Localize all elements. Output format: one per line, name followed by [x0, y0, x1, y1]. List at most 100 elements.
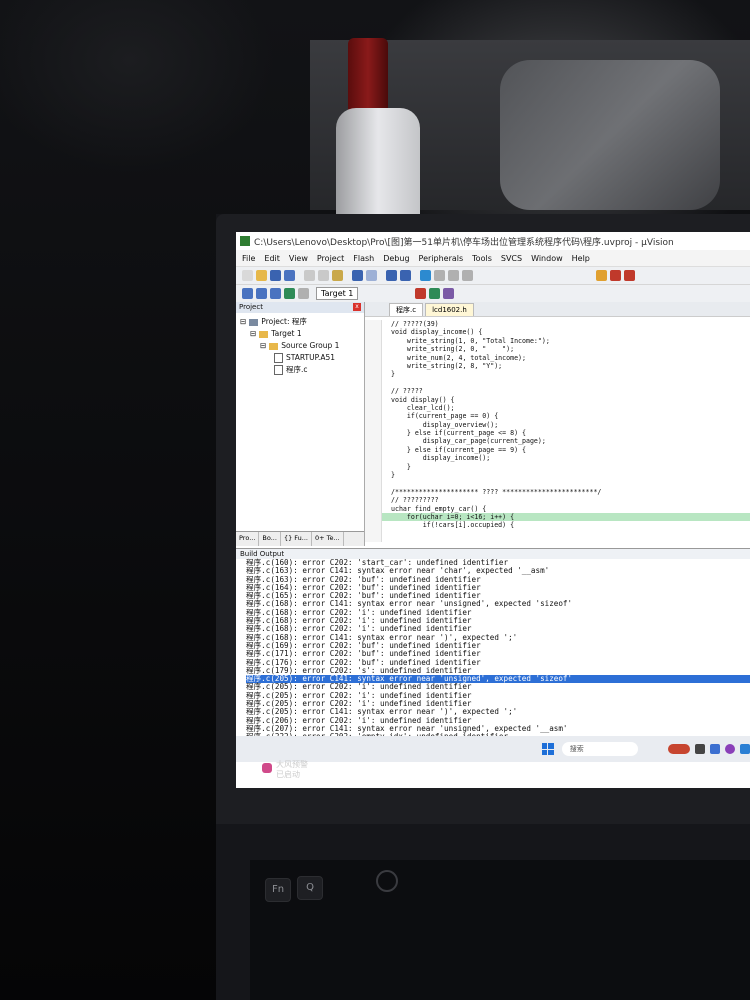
code-line: if(current_page == 0) { — [391, 412, 499, 421]
menu-project[interactable]: Project — [317, 254, 344, 263]
app-icon[interactable] — [695, 744, 705, 754]
code-line: } — [391, 370, 395, 379]
menu-edit[interactable]: Edit — [264, 254, 280, 263]
paste-icon[interactable] — [332, 270, 343, 281]
code-area[interactable]: // ?????(39) void display_income() { writ… — [365, 320, 750, 542]
folder-icon — [269, 342, 279, 350]
menu-debug[interactable]: Debug — [383, 254, 409, 263]
pack-installer-icon[interactable] — [443, 288, 455, 299]
close-icon[interactable]: x — [353, 303, 361, 311]
tree-file-main[interactable]: 程序.c — [240, 364, 364, 376]
find-icon[interactable] — [596, 270, 607, 281]
code-line: write_string(2, 0, " "); — [391, 345, 515, 354]
tab-project[interactable]: Pro... — [236, 532, 260, 546]
code-line: write_string(1, 0, "Total Income:"); — [391, 336, 550, 345]
menu-window[interactable]: Window — [531, 254, 563, 263]
build-output-list[interactable]: 程序.c(160): error C202: 'start_car': unde… — [236, 558, 750, 742]
editor-tabs: 程序.c lcd1602.h — [365, 302, 750, 317]
project-panel-tabs: Pro... Bo... {} Fu... 0+ Te... — [236, 531, 364, 546]
download-icon[interactable] — [284, 288, 295, 299]
q-key: Q — [297, 876, 323, 900]
fn-key: Fn — [265, 878, 291, 902]
laptop-keyboard — [250, 860, 750, 1000]
taskbar-apps — [668, 744, 750, 754]
code-line: } else if(current_page == 9) { — [391, 445, 526, 454]
code-line: display_car_page(current_page); — [391, 437, 546, 446]
code-line: // ?????(39) — [391, 320, 439, 328]
tree-target[interactable]: ⊟ Target 1 — [240, 328, 364, 340]
code-line: /********************* ???? ************… — [391, 487, 602, 496]
code-line: uchar find_empty_car() { — [391, 504, 487, 513]
app-icon[interactable] — [668, 744, 690, 754]
file-icon — [274, 365, 283, 375]
code-line: clear_lcd(); — [391, 403, 455, 412]
bookmark-icon[interactable] — [420, 270, 431, 281]
code-line: write_string(2, 8, "Y"); — [391, 361, 503, 370]
project-icon — [249, 318, 259, 326]
debug-start-icon[interactable] — [610, 270, 621, 281]
menu-file[interactable]: File — [242, 254, 255, 263]
build-icon[interactable] — [256, 288, 267, 299]
indent-icon[interactable] — [462, 270, 473, 281]
target-select[interactable]: Target 1 — [316, 287, 359, 300]
weather-notification[interactable]: 大风预警 已启动 — [258, 760, 308, 780]
windows-taskbar: 搜索 — [236, 736, 750, 762]
window-titlebar: C:\Users\Lenovo\Desktop\Pro\[图]第一51单片机\停… — [236, 232, 750, 250]
tab-lcd1602-h[interactable]: lcd1602.h — [425, 303, 474, 316]
rebuild-icon[interactable] — [270, 288, 281, 299]
undo-icon[interactable] — [352, 270, 363, 281]
tree-source-group[interactable]: ⊟ Source Group 1 — [240, 340, 364, 352]
open-folder-icon[interactable] — [256, 270, 267, 281]
project-tree: ⊟ Project: 程序 ⊟ Target 1 ⊟ Source Group 1 S… — [236, 313, 364, 376]
nav-back-icon[interactable] — [386, 270, 397, 281]
tab-templates[interactable]: 0+ Te... — [312, 532, 344, 546]
menu-bar: File Edit View Project Flash Debug Peripherals… — [236, 250, 750, 267]
tab-functions[interactable]: {} Fu... — [281, 532, 312, 546]
redo-icon[interactable] — [366, 270, 377, 281]
editor-gutter — [365, 320, 382, 542]
bookmark-next-icon[interactable] — [448, 270, 459, 281]
manage-components-icon[interactable] — [429, 288, 441, 299]
tab-books[interactable]: Bo... — [259, 532, 281, 546]
menu-view[interactable]: View — [289, 254, 308, 263]
code-line: } — [391, 471, 395, 480]
menu-peripherals[interactable]: Peripherals — [419, 254, 464, 263]
cut-icon[interactable] — [304, 270, 315, 281]
menu-help[interactable]: Help — [572, 254, 590, 263]
windows-start-icon[interactable] — [542, 743, 554, 755]
toolbar-main — [236, 267, 750, 285]
bookmark-prev-icon[interactable] — [434, 270, 445, 281]
code-line: void display_income() { — [391, 328, 483, 337]
app-icon[interactable] — [710, 744, 720, 754]
tree-project-root[interactable]: ⊟ Project: 程序 — [240, 316, 364, 328]
window-title: C:\Users\Lenovo\Desktop\Pro\[图]第一51单片机\停… — [254, 237, 674, 248]
app-icon[interactable] — [740, 744, 750, 754]
background-bottle — [336, 38, 420, 220]
code-line: } else if(current_page <= 8) { — [391, 429, 526, 438]
code-line: display_overview(); — [391, 420, 499, 429]
menu-flash[interactable]: Flash — [353, 254, 374, 263]
copy-icon[interactable] — [318, 270, 329, 281]
menu-tools[interactable]: Tools — [472, 254, 492, 263]
save-all-icon[interactable] — [284, 270, 295, 281]
save-icon[interactable] — [270, 270, 281, 281]
file-icon — [274, 353, 283, 363]
code-line: display_income(); — [391, 454, 491, 463]
taskbar-search[interactable]: 搜索 — [561, 742, 638, 756]
app-icon[interactable] — [725, 744, 735, 754]
stop-build-icon[interactable] — [298, 288, 309, 299]
nav-forward-icon[interactable] — [400, 270, 411, 281]
code-line: if(!cars[i].occupied) { — [391, 521, 515, 530]
code-line: write_num(2, 4, total_income); — [391, 353, 526, 362]
tab-main-c[interactable]: 程序.c — [389, 303, 424, 316]
tree-file-startup[interactable]: STARTUP.A51 — [240, 352, 364, 364]
code-editor: 程序.c lcd1602.h // ?????(39) void display_… — [365, 302, 750, 546]
new-file-icon[interactable] — [242, 270, 253, 281]
breakpoint-icon[interactable] — [624, 270, 635, 281]
menu-svcs[interactable]: SVCS — [501, 254, 522, 263]
toolbar-build: Target 1 — [236, 285, 750, 303]
options-icon[interactable] — [415, 288, 427, 299]
translate-icon[interactable] — [242, 288, 253, 299]
